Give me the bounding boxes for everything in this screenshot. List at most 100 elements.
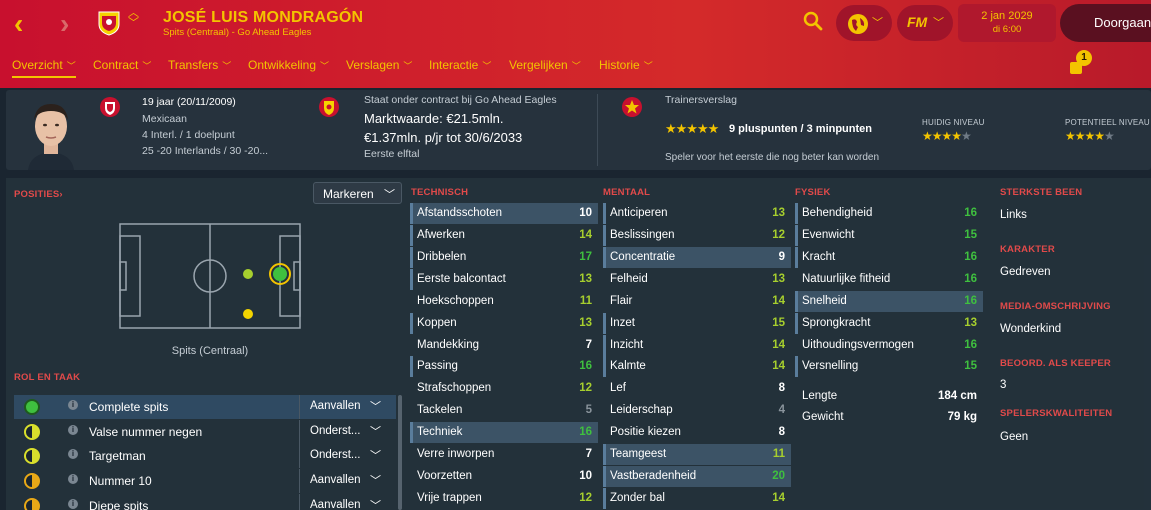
duty-select[interactable]: Onderst... ﹀ (299, 444, 391, 468)
report-star-icon[interactable] (621, 96, 643, 118)
attribute-value: 13 (772, 207, 785, 219)
attribute-value: 13 (964, 317, 977, 329)
back-arrow-icon[interactable]: ‹ (14, 10, 23, 38)
position-dot[interactable] (243, 269, 253, 279)
tab-contract[interactable]: Contract ﹀ (93, 58, 151, 72)
tab-vergelijken[interactable]: Vergelijken ﹀ (509, 58, 581, 72)
attribute-row[interactable]: Voorzetten 10 (410, 466, 598, 487)
attribute-row[interactable]: Kalmte 14 (603, 356, 791, 377)
current-level-stars: ★★★★★ (922, 129, 972, 143)
attribute-row[interactable]: Concentratie 9 (603, 247, 791, 268)
tab-verslagen[interactable]: Verslagen ﹀ (346, 58, 412, 72)
duty-select[interactable]: Aanvallen ﹀ (299, 395, 391, 419)
attribute-row[interactable]: Verre inworpen 7 (410, 444, 598, 465)
tab-overzicht[interactable]: Overzicht ﹀ (12, 58, 76, 78)
info-icon[interactable]: i (68, 425, 78, 435)
attribute-row[interactable]: Inzicht 14 (603, 335, 791, 356)
role-row[interactable]: i Diepe spits Aanvallen ﹀ (14, 494, 396, 510)
attribute-row[interactable]: Positie kiezen 8 (603, 422, 791, 443)
attribute-row[interactable]: Snelheid 16 (795, 291, 983, 312)
attribute-row[interactable]: Afwerken 14 (410, 225, 598, 246)
dropdown-value: Markeren (323, 187, 374, 201)
player-subtitle[interactable]: Spits (Centraal) - Go Ahead Eagles (163, 27, 311, 38)
role-name: Valse nummer negen (89, 425, 203, 439)
role-row[interactable]: i Nummer 10 Aanvallen ﹀ (14, 469, 396, 493)
tab-transfers[interactable]: Transfers ﹀ (168, 58, 231, 72)
roles-scrollbar[interactable] (398, 395, 402, 510)
attribute-row[interactable]: Teamgeest 11 (603, 444, 791, 465)
attribute-row[interactable]: Sprongkracht 13 (795, 313, 983, 334)
half-star-icon: ★ (951, 129, 962, 143)
attribute-row[interactable]: Tackelen 5 (410, 400, 598, 421)
potential-level-stars: ★★★★★ (1065, 129, 1115, 143)
attribute-name: Afwerken (417, 229, 465, 241)
attribute-row[interactable]: Mandekking 7 (410, 335, 598, 356)
attribute-value: 16 (964, 207, 977, 219)
duty-select[interactable]: Onderst... ﹀ (299, 420, 391, 444)
position-dot[interactable] (243, 309, 253, 319)
attribute-row[interactable]: Zonder bal 14 (603, 488, 791, 509)
notification-badge[interactable]: 1 (1076, 50, 1092, 66)
highlight-dropdown[interactable]: Markeren ﹀ (313, 182, 402, 204)
attribute-row[interactable]: Strafschoppen 12 (410, 378, 598, 399)
attribute-name: Inzet (610, 317, 635, 329)
forward-arrow-icon[interactable]: › (60, 10, 69, 38)
player-nationality[interactable]: Mexicaan (142, 113, 187, 125)
role-row[interactable]: i Complete spits Aanvallen ﹀ (14, 395, 396, 419)
attribute-row[interactable]: Beslissingen 12 (603, 225, 791, 246)
attribute-row[interactable]: Flair 14 (603, 291, 791, 312)
attribute-row[interactable]: Inzet 15 (603, 313, 791, 334)
attribute-row[interactable]: Anticiperen 13 (603, 203, 791, 224)
tab-historie[interactable]: Historie ﹀ (599, 58, 653, 72)
attribute-row[interactable]: Vastberadenheid 20 (603, 466, 791, 487)
attribute-row[interactable]: Koppen 13 (410, 313, 598, 334)
info-icon[interactable]: i (68, 499, 78, 509)
date-display[interactable]: 2 jan 2029 di 6:00 (958, 4, 1056, 42)
chevron-down-icon: ﹀ (142, 61, 152, 71)
positions-title[interactable]: POSITIES› (14, 189, 63, 200)
duty-select[interactable]: Aanvallen ﹀ (299, 469, 391, 493)
role-row[interactable]: i Valse nummer negen Onderst... ﹀ (14, 420, 396, 444)
attribute-name: Kalmte (610, 360, 646, 372)
club-crest-icon[interactable] (318, 96, 340, 118)
attribute-row[interactable]: Lef 8 (603, 378, 791, 399)
duty-select[interactable]: Aanvallen ﹀ (299, 494, 391, 510)
attribute-value: 13 (772, 273, 785, 285)
attribute-row[interactable]: Uithoudingsvermogen 16 (795, 335, 983, 356)
chevron-down-icon: ﹀ (482, 61, 492, 71)
attribute-row[interactable]: Hoekschoppen 11 (410, 291, 598, 312)
info-icon[interactable]: i (68, 474, 78, 484)
role-row[interactable]: i Targetman Onderst... ﹀ (14, 444, 396, 468)
info-icon[interactable]: i (68, 400, 78, 410)
top-header: ‹ › ︿ ﹀ JOSÉ LUIS MONDRAGÓN Spits (Centra… (0, 0, 1151, 88)
attribute-row[interactable]: Passing 16 (410, 356, 598, 377)
report-title[interactable]: Trainersverslag (665, 94, 737, 106)
attribute-row[interactable]: Kracht 16 (795, 247, 983, 268)
nation-crest-icon[interactable] (99, 96, 121, 118)
attribute-row[interactable]: Leiderschap 4 (603, 400, 791, 421)
attribute-row[interactable]: Dribbelen 17 (410, 247, 598, 268)
attribute-row[interactable]: Behendigheid 16 (795, 203, 983, 224)
attribute-row[interactable]: Vrije trappen 12 (410, 488, 598, 509)
media-description-title: MEDIA-OMSCHRIJVING (1000, 301, 1111, 312)
attribute-row[interactable]: Natuurlijke fitheid 16 (795, 269, 983, 290)
world-menu-button[interactable]: ﹀ (836, 5, 892, 41)
search-icon[interactable] (803, 11, 823, 31)
continue-button[interactable]: Doorgaan (1060, 4, 1151, 42)
attribute-row[interactable]: Techniek 16 (410, 422, 598, 443)
attribute-row[interactable]: Felheid 13 (603, 269, 791, 290)
attribute-row[interactable]: Versnelling 15 (795, 356, 983, 377)
attribute-row[interactable]: Evenwicht 15 (795, 225, 983, 246)
info-icon[interactable]: i (68, 449, 78, 459)
contract-status[interactable]: Staat onder contract bij Go Ahead Eagles (364, 94, 557, 106)
chevron-down-icon: ﹀ (222, 61, 232, 71)
tab-ontwikkeling[interactable]: Ontwikkeling ﹀ (248, 58, 329, 72)
tab-interactie[interactable]: Interactie ﹀ (429, 58, 491, 72)
position-dot[interactable] (273, 267, 287, 281)
attribute-row[interactable]: Afstandsschoten 10 (410, 203, 598, 224)
attribute-row[interactable]: Eerste balcontact 13 (410, 269, 598, 290)
fm-menu-button[interactable]: FM ﹀ (897, 5, 953, 41)
fm-logo-icon: FM (907, 14, 928, 30)
club-crest-icon[interactable] (96, 8, 122, 36)
player-up-down-icon[interactable]: ︿ ﹀ (128, 8, 139, 29)
